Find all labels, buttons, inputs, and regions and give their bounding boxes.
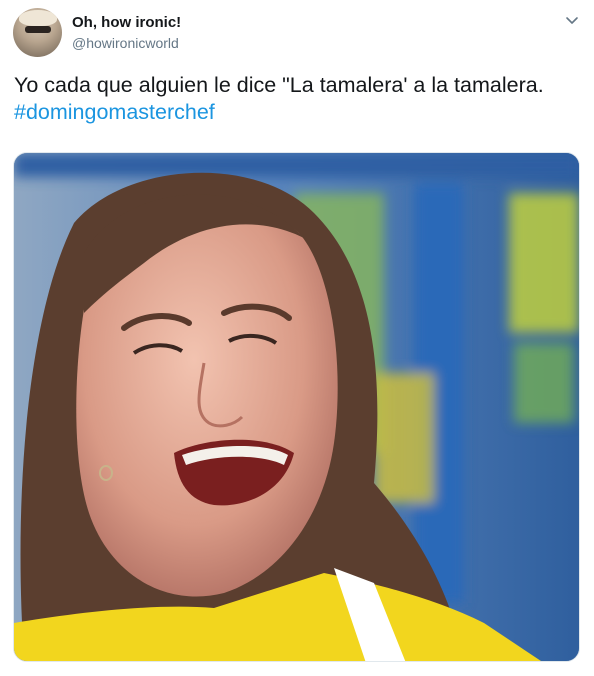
tweet-body: Yo cada que alguien le dice "La tamalera…: [14, 73, 544, 97]
tweet-card: Oh, how ironic! @howironicworld Yo cada …: [0, 0, 594, 676]
tweet-text: Yo cada que alguien le dice "La tamalera…: [14, 72, 584, 126]
photo-illustration: [14, 153, 579, 661]
chevron-down-icon[interactable]: [564, 15, 580, 27]
author-display-name[interactable]: Oh, how ironic!: [72, 14, 181, 31]
avatar[interactable]: [13, 8, 62, 57]
hashtag-link[interactable]: #domingomasterchef: [14, 99, 584, 126]
avatar-hair: [19, 10, 57, 26]
tweet-photo[interactable]: [13, 152, 580, 662]
author-handle[interactable]: @howironicworld: [72, 35, 179, 51]
avatar-sunglasses: [25, 26, 51, 33]
